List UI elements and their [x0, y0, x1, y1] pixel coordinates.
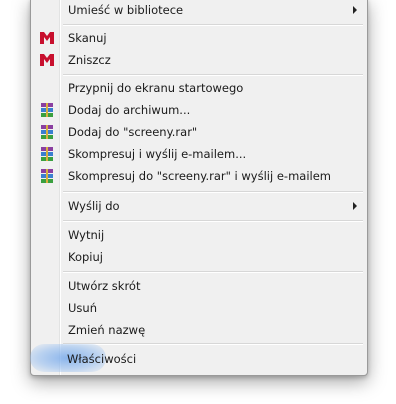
menu-separator	[63, 271, 363, 273]
winrar-icon	[41, 125, 53, 139]
menu-item-label: Dodaj do archiwum...	[68, 103, 191, 117]
menu-item-label: Wytnij	[68, 228, 105, 242]
menu-item-send-to[interactable]: Wyślij do	[33, 195, 365, 217]
menu-item-label: Dodaj do "screeny.rar"	[68, 125, 198, 139]
menu-separator	[63, 74, 363, 76]
menu-item-delete[interactable]: Usuń	[33, 297, 365, 319]
menu-item-label: Zniszcz	[68, 53, 111, 67]
mcafee-icon	[40, 32, 54, 44]
menu-item-add-to-archive[interactable]: Dodaj do archiwum...	[33, 99, 365, 121]
menu-item-create-shortcut[interactable]: Utwórz skrót	[33, 275, 365, 297]
menu-item-label: Kopiuj	[68, 250, 103, 264]
menu-separator	[63, 343, 363, 345]
menu-item-copy[interactable]: Kopiuj	[33, 246, 365, 268]
submenu-arrow-icon	[353, 6, 357, 14]
mcafee-icon	[40, 54, 54, 66]
menu-separator	[63, 24, 363, 26]
menu-item-pin-to-start[interactable]: Przypnij do ekranu startowego	[33, 77, 365, 99]
menu-item-label: Utwórz skrót	[68, 279, 141, 293]
menu-separator	[63, 191, 363, 193]
menu-item-label: Przypnij do ekranu startowego	[68, 81, 244, 95]
winrar-icon	[41, 147, 53, 161]
winrar-icon	[41, 169, 53, 183]
menu-item-compress-and-email[interactable]: Skompresuj i wyślij e-mailem...	[33, 143, 365, 165]
menu-separator	[63, 220, 363, 222]
menu-item-add-to-rar[interactable]: Dodaj do "screeny.rar"	[33, 121, 365, 143]
menu-item-label: Wyślij do	[68, 199, 120, 213]
winrar-icon	[41, 103, 53, 117]
menu-item-label: Usuń	[68, 301, 97, 315]
menu-item-rename[interactable]: Zmień nazwę	[33, 319, 365, 341]
menu-item-label: Skompresuj i wyślij e-mailem...	[68, 147, 247, 161]
menu-item-include-in-library[interactable]: Umieść w bibliotece	[33, 0, 365, 21]
menu-item-label: Skompresuj do "screeny.rar" i wyślij e-m…	[68, 169, 331, 183]
menu-item-label: Zmień nazwę	[68, 323, 146, 337]
context-menu: Umieść w bibliotece Skanuj Zniszcz Przyp…	[30, 0, 368, 376]
menu-item-shred[interactable]: Zniszcz	[33, 49, 365, 71]
submenu-arrow-icon	[353, 202, 357, 210]
menu-item-cut[interactable]: Wytnij	[33, 224, 365, 246]
menu-item-compress-to-rar-and-email[interactable]: Skompresuj do "screeny.rar" i wyślij e-m…	[33, 165, 365, 187]
menu-item-scan[interactable]: Skanuj	[33, 27, 365, 49]
menu-item-label: Umieść w bibliotece	[68, 3, 184, 17]
menu-item-label: Skanuj	[68, 31, 107, 45]
menu-item-label: Właściwości	[67, 352, 137, 366]
menu-item-properties[interactable]: Właściwości	[32, 348, 364, 370]
